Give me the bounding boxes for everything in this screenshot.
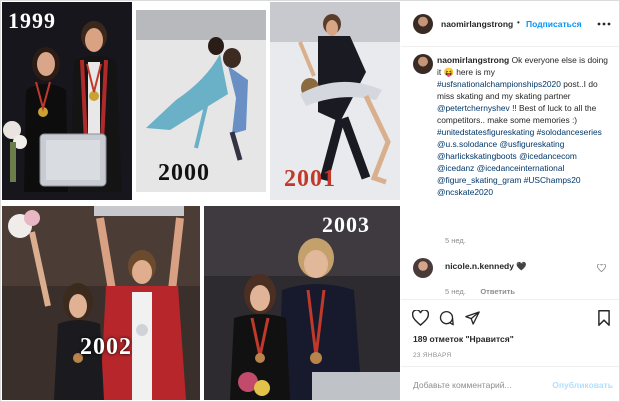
caption-tag[interactable]: #USChamps20: [524, 175, 581, 185]
photo-2001: 2001: [270, 2, 400, 200]
photo-1999: 1999: [2, 2, 132, 200]
action-bar: 189 отметок "Нравится" 23 ЯНВАРЯ Добавьт…: [401, 299, 619, 401]
bookmark-icon[interactable]: [597, 310, 611, 326]
post-header: naomirlangstrong • Подписаться: [401, 2, 619, 47]
comment-row: nicole.n.kennedy 🖤: [445, 261, 595, 272]
caption-tag[interactable]: @icedancecom: [519, 151, 577, 161]
comment-input[interactable]: Добавьте комментарий...: [413, 380, 512, 390]
comment-username[interactable]: nicole.n.kennedy: [445, 261, 514, 271]
caption-time[interactable]: 5 нед.: [445, 236, 466, 245]
commenter-avatar[interactable]: [413, 258, 433, 278]
caption-tag[interactable]: @icedanz: [437, 163, 474, 173]
caption-mention[interactable]: @petertchernyshev: [437, 103, 510, 113]
publish-button[interactable]: Опубликовать: [552, 380, 613, 390]
photo-2003: 2003: [204, 206, 400, 400]
follow-button[interactable]: Подписаться: [526, 19, 582, 29]
caption-tag[interactable]: @usfigureskating: [500, 139, 565, 149]
year-label-2003: 2003: [322, 212, 370, 237]
caption-tag[interactable]: @u.s.solodance: [437, 139, 497, 149]
more-horizontal-icon[interactable]: [597, 21, 611, 27]
caption-hashtag[interactable]: #usfsnationalchampionships2020: [437, 79, 561, 89]
year-label-1999: 1999: [8, 8, 56, 33]
photo-2000: 2000: [136, 10, 266, 192]
share-icon[interactable]: [464, 310, 481, 326]
caption-tag[interactable]: #unitedstatesfigureskating: [437, 127, 534, 137]
photo-2002: 2002: [2, 206, 200, 400]
instagram-post: 1999 2000 2001 2002 2003 naomirlangstron…: [0, 0, 620, 402]
photo-2002-art: [2, 206, 200, 400]
comment-icon[interactable]: [438, 310, 455, 326]
caption-username[interactable]: naomirlangstrong: [437, 55, 509, 65]
caption-tag[interactable]: @icedanceinternational: [477, 163, 565, 173]
caption-avatar[interactable]: [413, 54, 433, 74]
caption-tag[interactable]: @ncskate2020: [437, 187, 493, 197]
caption-tag[interactable]: @figure_skating_gram: [437, 175, 521, 185]
comment-box: Добавьте комментарий... Опубликовать: [401, 366, 619, 402]
caption-tag[interactable]: @harlickskatingboots: [437, 151, 517, 161]
comment-text: 🖤: [516, 261, 527, 271]
header-separator: •: [517, 18, 520, 27]
year-label-2002: 2002: [80, 334, 132, 360]
comment-like-heart-icon[interactable]: [597, 264, 606, 272]
post-caption: naomirlangstrong Ok everyone else is doi…: [437, 54, 611, 198]
post-date[interactable]: 23 ЯНВАРЯ: [413, 352, 451, 359]
caption-tag[interactable]: #solodanceseries: [537, 127, 602, 137]
photo-2003-art: [204, 206, 400, 400]
post-sidebar: naomirlangstrong • Подписаться naomirlan…: [401, 2, 619, 400]
header-username[interactable]: naomirlangstrong: [441, 19, 513, 29]
year-label-2001: 2001: [284, 166, 336, 192]
reply-button[interactable]: Ответить: [480, 287, 515, 296]
year-label-2000: 2000: [158, 160, 210, 186]
comment-meta: 5 нед. Ответить: [445, 281, 515, 299]
avatar[interactable]: [413, 14, 433, 34]
likes-count[interactable]: 189 отметок "Нравится": [413, 334, 514, 344]
like-heart-icon[interactable]: [412, 310, 429, 326]
comment-time[interactable]: 5 нед.: [445, 287, 466, 296]
photo-collage[interactable]: 1999 2000 2001 2002 2003: [2, 2, 400, 400]
